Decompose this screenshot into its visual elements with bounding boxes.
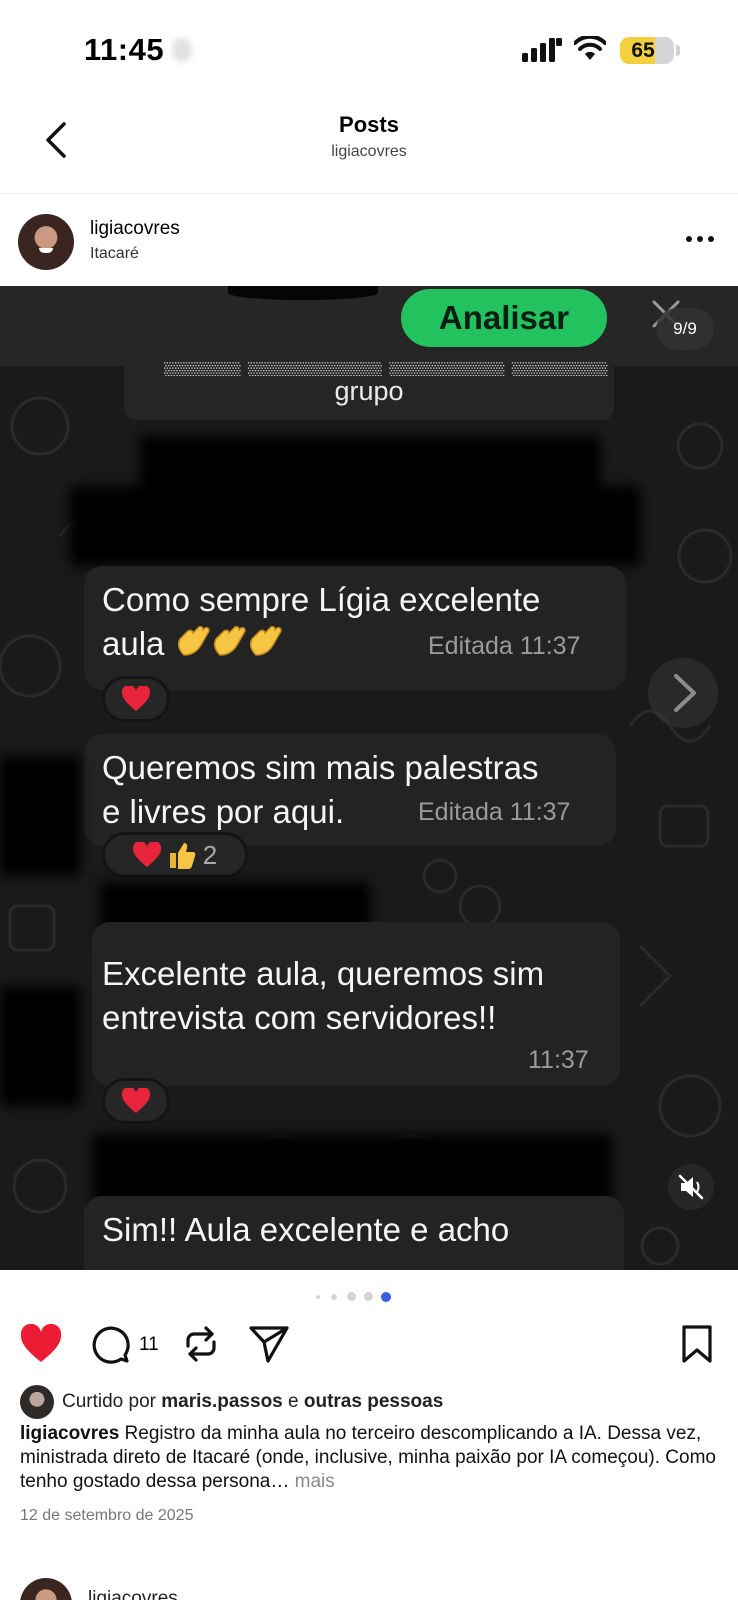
bookmark-icon[interactable] [680, 1324, 714, 1364]
carousel-dot [347, 1292, 356, 1301]
message-reaction[interactable] [102, 1078, 170, 1124]
redacted-block [70, 486, 640, 566]
chevron-right-icon [674, 674, 696, 712]
more-horizontal-icon[interactable] [684, 232, 716, 246]
heart-reaction-icon [122, 1088, 150, 1113]
message-text-line-2: entrevista com servidores!! [102, 999, 497, 1036]
page-subtitle[interactable]: ligiacovres [0, 143, 738, 161]
reaction-count: 2 [202, 839, 218, 870]
speaker-muted-icon [678, 1174, 704, 1200]
repost-icon[interactable] [182, 1324, 220, 1364]
caption-text: Registro da minha aula no terceiro desco… [20, 1423, 716, 1492]
clapping-hands-icon [249, 626, 282, 656]
likes-row[interactable]: Curtido por maris.passos e outras pessoa… [20, 1385, 720, 1419]
wifi-icon [574, 36, 606, 60]
likes-others[interactable]: outras pessoas [304, 1391, 443, 1412]
status-time: 11:45 [84, 32, 165, 67]
next-post-avatar[interactable] [20, 1578, 72, 1600]
clapping-hands-icon [213, 626, 246, 656]
post-media[interactable]: Analisar 9/9 ▒▒▒▒ ▒▒▒▒▒▒▒ ▒▒▒▒▒▒ ▒▒▒▒▒ ▒… [0, 286, 738, 1270]
post-date: 12 de setembro de 2025 [20, 1507, 194, 1524]
message-text-line: Excelente aula, queremos sim [102, 955, 545, 992]
message-text-line: aula [102, 622, 282, 666]
blurred-status-indicator [172, 38, 192, 62]
mute-button[interactable] [668, 1164, 714, 1210]
redacted-block [0, 756, 80, 876]
liker-avatar [20, 1385, 54, 1419]
share-send-icon[interactable] [248, 1324, 290, 1364]
chat-bubble: Queremos sim mais palestras e livres por… [84, 734, 616, 846]
likes-prefix: Curtido por [62, 1391, 162, 1412]
message-reaction[interactable]: 2 [102, 832, 248, 878]
likes-connector: e [282, 1391, 304, 1412]
carousel-dot [331, 1294, 337, 1300]
carousel-dot [316, 1295, 320, 1299]
message-text-line: Queremos sim mais palestras [102, 749, 539, 786]
message-meta: Editada 11:37 [428, 632, 581, 660]
heart-reaction-icon [132, 842, 161, 867]
message-text-line: Sim!! Aula excelente e acho [102, 1211, 510, 1248]
post-header: ligiacovres Itacaré [0, 194, 738, 286]
clapping-hands-icon [177, 626, 210, 656]
message-meta: 11:37 [528, 1046, 589, 1074]
carousel-dot-active [381, 1292, 391, 1302]
page-title: Posts [339, 112, 399, 137]
redacted-block [0, 986, 80, 1106]
redacted-blob [228, 286, 378, 300]
message-reaction[interactable] [102, 676, 170, 722]
battery-tip [676, 45, 680, 56]
comment-icon[interactable] [90, 1324, 130, 1364]
author-avatar[interactable] [18, 214, 74, 270]
carousel-dots [0, 1290, 738, 1304]
post-actions: 11 [0, 1316, 738, 1372]
analyze-overlay-bar: Analisar [0, 286, 738, 366]
message-text-line: Como sempre Lígia excelente [102, 581, 541, 618]
caption-more-link[interactable]: mais [289, 1471, 335, 1492]
system-message-text: grupo [334, 376, 404, 406]
carousel-counter: 9/9 [656, 308, 714, 350]
chat-bubble: Como sempre Lígia excelente aula Editada… [84, 566, 626, 690]
liker-username[interactable]: maris.passos [161, 1391, 282, 1412]
post-author-username[interactable]: ligiacovres [90, 218, 180, 240]
caption-username[interactable]: ligiacovres [20, 1423, 119, 1444]
post-location[interactable]: Itacaré [90, 245, 139, 263]
system-message: ▒▒▒▒ ▒▒▒▒▒▒▒ ▒▒▒▒▒▒ ▒▒▒▒▒ ▒▒ grupo [124, 362, 614, 420]
heart-icon[interactable] [20, 1324, 62, 1364]
chat-bubble: Sim!! Aula excelente e acho [84, 1196, 624, 1270]
post-caption: ligiacovres Registro da minha aula no te… [20, 1422, 720, 1494]
message-text-line-2: e livres por aqui. [102, 793, 345, 830]
analyze-button[interactable]: Analisar [401, 289, 607, 347]
nav-header: Posts ligiacovres [0, 100, 738, 194]
system-message-cut-line: ▒▒▒▒ ▒▒▒▒▒▒▒ ▒▒▒▒▒▒ ▒▒▒▒▒ ▒▒ [124, 362, 614, 376]
carousel-dot [364, 1292, 373, 1301]
thumbs-up-reaction-icon [169, 843, 196, 869]
message-text-line-2: aula [102, 625, 165, 662]
message-meta: Editada 11:37 [418, 798, 571, 826]
battery-level: 65 [631, 39, 655, 62]
comment-count[interactable]: 11 [139, 1334, 159, 1356]
cellular-signal-icon [522, 38, 562, 62]
likes-summary: Curtido por maris.passos e outras pessoa… [62, 1391, 443, 1413]
carousel-next-button[interactable] [648, 658, 718, 728]
heart-reaction-icon [122, 686, 150, 711]
battery-indicator: 65 [620, 37, 674, 64]
status-bar: 11:45 65 [0, 0, 738, 100]
redacted-block [92, 1134, 612, 1204]
chat-bubble: Excelente aula, queremos sim entrevista … [92, 922, 620, 1086]
next-post-username[interactable]: ligiacovres [88, 1588, 178, 1600]
